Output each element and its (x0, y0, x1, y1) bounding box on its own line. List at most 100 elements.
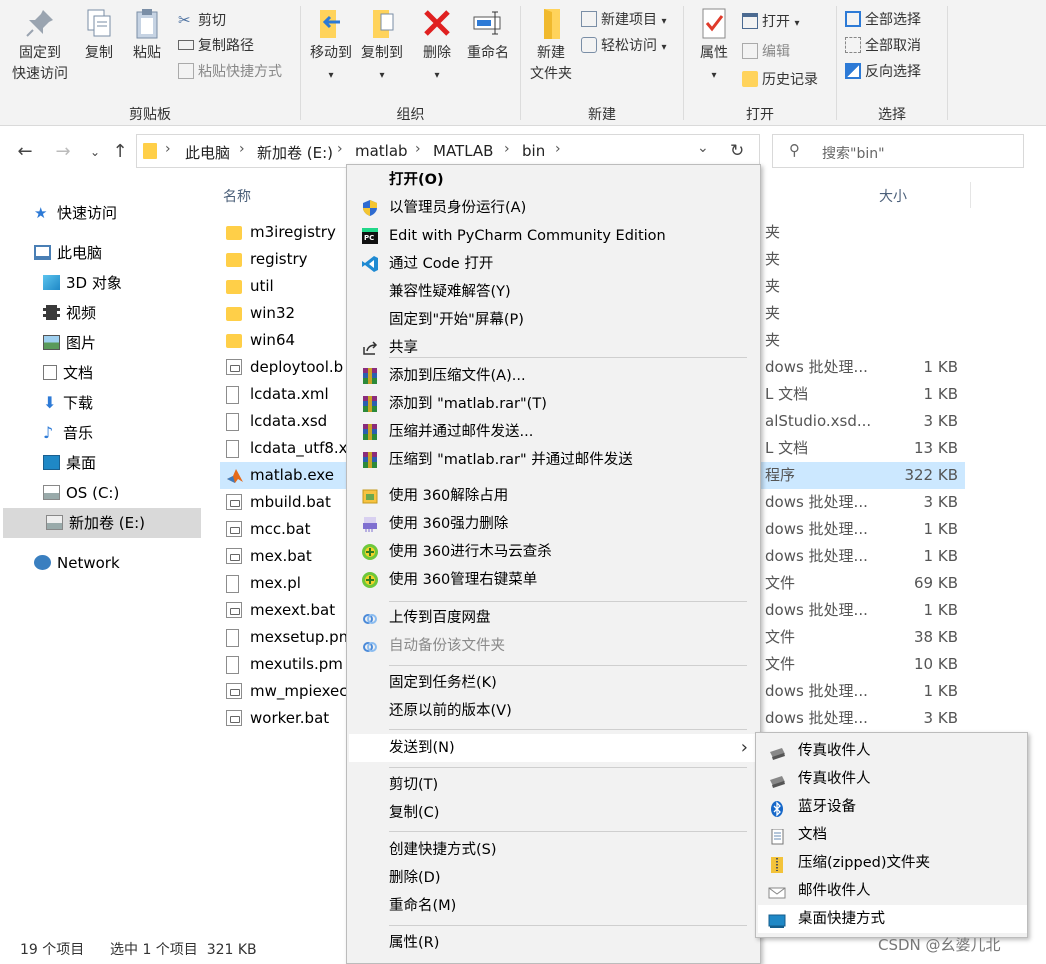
breadcrumb-separator-icon: › (504, 141, 510, 157)
delete-button[interactable]: 删除 ▾ (417, 6, 457, 86)
rename-button[interactable]: 重命名 (463, 6, 513, 64)
file-name: lcdata.xsd (250, 412, 328, 430)
context-menu-item[interactable]: PC Edit with PyCharm Community Edition (349, 222, 758, 250)
nav-item-network[interactable]: Network (0, 548, 198, 578)
context-menu-item[interactable]: 上传到百度网盘 (349, 604, 758, 632)
refresh-icon[interactable]: ↻ (730, 141, 744, 161)
context-menu-item[interactable]: 打开(O) (349, 166, 758, 194)
breadcrumb-bin[interactable]: bin (522, 142, 545, 160)
context-menu-item[interactable]: 固定到任务栏(K) (349, 669, 758, 697)
nav-item-drive-e-selected[interactable]: 新加卷 (E:) (3, 508, 201, 538)
context-menu-label: 还原以前的版本(V) (389, 703, 512, 719)
up-arrow-icon[interactable]: ↑ (109, 141, 131, 162)
open-button[interactable]: 打开 ▾ (742, 10, 799, 34)
nav-item-3d-objects[interactable]: 3D 对象 (0, 268, 198, 298)
select-none-label: 全部取消 (865, 38, 921, 54)
breadcrumb-matlab[interactable]: matlab (355, 142, 408, 160)
nav-item-videos[interactable]: 视频 (0, 298, 198, 328)
chevron-right-icon: › (740, 737, 748, 758)
nav-item-os-c[interactable]: OS (C:) (0, 478, 198, 508)
properties-button[interactable]: 属性 ▾ (692, 6, 736, 86)
new-item-button[interactable]: 新建项目 ▾ (581, 8, 666, 32)
file-name: worker.bat (250, 709, 330, 727)
move-to-button[interactable]: 移动到 ▾ (307, 6, 355, 86)
breadcrumb-matlab-upper[interactable]: MATLAB (433, 142, 493, 160)
context-menu-item[interactable]: 使用 360强力删除 (349, 510, 758, 538)
search-box[interactable]: ⚲ 搜索"bin" (772, 134, 1024, 168)
send-to-item[interactable]: 传真收件人 (758, 737, 1027, 765)
copy-path-button[interactable]: 复制路径 (178, 34, 254, 58)
context-menu-item[interactable]: 发送到(N) › (349, 734, 758, 762)
context-menu-label: 使用 360解除占用 (389, 488, 509, 504)
breadcrumb-this-pc[interactable]: 此电脑 (185, 142, 230, 163)
column-header-size[interactable]: 大小 (879, 186, 907, 206)
rename-icon (473, 11, 501, 35)
context-menu-item[interactable]: 复制(C) (349, 799, 758, 827)
address-path-box[interactable]: › 此电脑 › 新加卷 (E:) › matlab › MATLAB › bin… (136, 134, 760, 168)
context-menu-item[interactable]: 通过 Code 打开 (349, 250, 758, 278)
breadcrumb-separator-icon: › (555, 141, 561, 157)
forward-arrow-icon[interactable]: → (52, 141, 74, 162)
back-arrow-icon[interactable]: ← (14, 141, 36, 162)
send-to-item[interactable]: 传真收件人 (758, 765, 1027, 793)
context-menu-item[interactable]: 兼容性疑难解答(Y) (349, 278, 758, 306)
context-menu-item[interactable]: 剪切(T) (349, 771, 758, 799)
context-menu-item[interactable]: 以管理员身份运行(A) (349, 194, 758, 222)
address-dropdown-chevron-icon[interactable]: ⌄ (697, 140, 709, 156)
context-menu-item[interactable]: 使用 360管理右键菜单 (349, 566, 758, 594)
context-menu-item[interactable]: 重命名(M) (349, 892, 758, 920)
select-all-button[interactable]: 全部选择 (845, 8, 921, 32)
context-menu-item[interactable]: 创建快捷方式(S) (349, 836, 758, 864)
context-menu-item[interactable]: 属性(R) (349, 929, 758, 957)
select-none-button[interactable]: 全部取消 (845, 34, 921, 58)
file-type: 夹 (765, 277, 781, 295)
send-to-item[interactable]: 蓝牙设备 (758, 793, 1027, 821)
select-all-label: 全部选择 (865, 12, 921, 28)
scan-360-icon (361, 543, 379, 561)
nav-item-music[interactable]: ♪ 音乐 (0, 418, 198, 448)
matlab-icon (226, 467, 243, 485)
paste-button[interactable]: 粘贴 (126, 6, 168, 64)
cut-button[interactable]: ✂ 剪切 (178, 8, 226, 32)
shred-360-icon (361, 515, 379, 533)
new-folder-button[interactable]: 新建 文件夹 (525, 6, 577, 85)
send-to-item[interactable]: 邮件收件人 (758, 877, 1027, 905)
nav-item-desktop[interactable]: 桌面 (0, 448, 198, 478)
context-menu-item[interactable]: 使用 360进行木马云查杀 (349, 538, 758, 566)
context-menu-item[interactable]: 压缩到 "matlab.rar" 并通过邮件发送 (349, 446, 758, 474)
pin-quick-access-button[interactable]: 固定到 快速访问 (8, 6, 72, 85)
edit-button[interactable]: 编辑 (742, 40, 790, 64)
select-all-icon (845, 11, 861, 27)
context-menu-label: 固定到"开始"屏幕(P) (389, 312, 524, 328)
send-to-item[interactable]: 压缩(zipped)文件夹 (758, 849, 1027, 877)
nav-item-this-pc[interactable]: 此电脑 (0, 238, 198, 268)
context-menu-item[interactable]: 添加到 "matlab.rar"(T) (349, 390, 758, 418)
context-menu-item[interactable]: 删除(D) (349, 864, 758, 892)
paste-shortcut-button[interactable]: 粘贴快捷方式 (178, 60, 282, 84)
context-menu-item[interactable]: 使用 360解除占用 (349, 482, 758, 510)
nav-item-quick-access[interactable]: ★ 快速访问 (0, 198, 198, 228)
nav-item-pictures[interactable]: 图片 (0, 328, 198, 358)
recent-locations-chevron-icon[interactable]: ⌄ (84, 145, 106, 159)
breadcrumb-drive-e[interactable]: 新加卷 (E:) (257, 142, 333, 163)
file-type: alStudio.xsd... (765, 412, 872, 430)
copy-button[interactable]: 复制 (78, 6, 120, 64)
organize-group: 移动到 ▾ 复制到 ▾ 删除 ▾ 重命名 组织 (301, 0, 520, 126)
easy-access-button[interactable]: 轻松访问 ▾ (581, 34, 666, 58)
context-menu-item[interactable]: 压缩并通过邮件发送... (349, 418, 758, 446)
send-to-item[interactable]: 文档 (758, 821, 1027, 849)
open-icon (742, 13, 758, 29)
context-menu-label: 使用 360进行木马云查杀 (389, 544, 552, 560)
context-menu-item[interactable]: 固定到"开始"屏幕(P) (349, 306, 758, 334)
nav-item-documents[interactable]: 文档 (0, 358, 198, 388)
send-to-item[interactable]: 桌面快捷方式 (758, 905, 1027, 933)
context-menu-item[interactable]: 自动备份该文件夹 (349, 632, 758, 660)
vscode-icon (361, 255, 379, 273)
column-header-name[interactable]: 名称 (223, 186, 251, 206)
context-menu-item[interactable]: 还原以前的版本(V) (349, 697, 758, 725)
history-button[interactable]: 历史记录 (742, 68, 818, 92)
invert-selection-button[interactable]: 反向选择 (845, 60, 921, 84)
copy-to-button[interactable]: 复制到 ▾ (357, 6, 407, 86)
nav-item-downloads[interactable]: ⬇ 下载 (0, 388, 198, 418)
context-menu-item[interactable]: 添加到压缩文件(A)... (349, 362, 758, 390)
